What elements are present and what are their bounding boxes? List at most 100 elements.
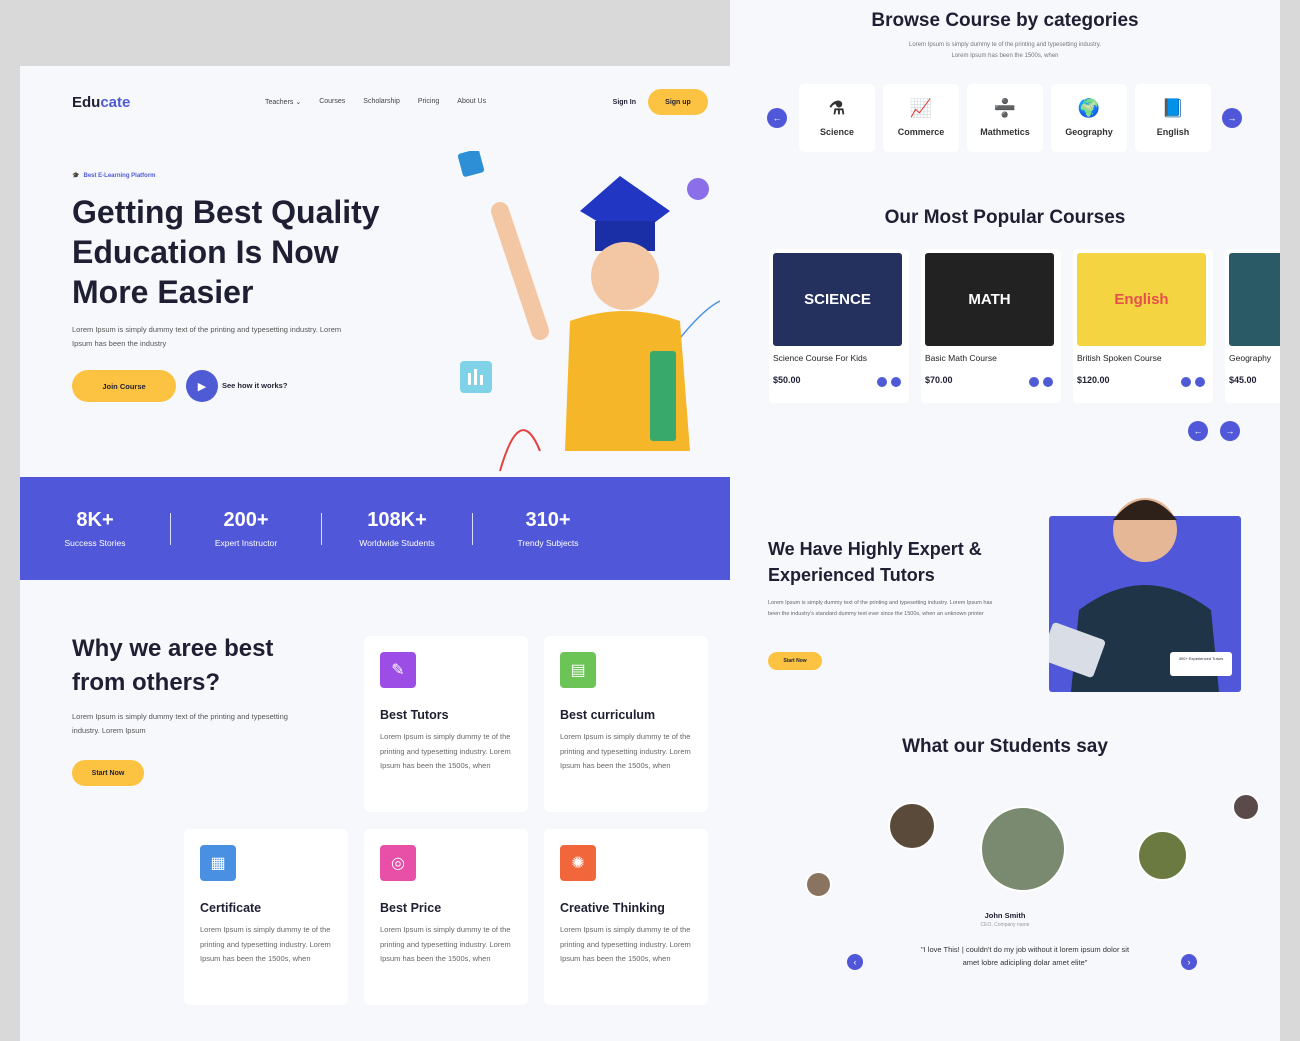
stat-subjects: 310+ Trendy Subjects xyxy=(473,509,623,548)
category-label: Geography xyxy=(1065,127,1113,137)
student-avatar[interactable] xyxy=(1137,830,1188,881)
course-title: British Spoken Course xyxy=(1077,353,1162,363)
course-card-science[interactable]: SCIENCE Science Course For Kids $50.00 xyxy=(769,249,909,403)
feature-title: Best curriculum xyxy=(560,708,656,722)
nav-about[interactable]: About Us xyxy=(457,98,486,106)
student-icon xyxy=(1195,377,1205,387)
courses-prev-arrow-icon[interactable]: ← xyxy=(1188,421,1208,441)
category-commerce[interactable]: 📈 Commerce xyxy=(883,84,959,152)
category-science[interactable]: ⚗ Science xyxy=(799,84,875,152)
course-thumbnail: SCIENCE xyxy=(773,253,902,346)
nav-pricing[interactable]: Pricing xyxy=(418,98,439,106)
courses-next-arrow-icon[interactable]: → xyxy=(1220,421,1240,441)
course-card-geography[interactable]: Geography $45.00 xyxy=(1225,249,1280,403)
course-card-english[interactable]: English British Spoken Course $120.00 xyxy=(1073,249,1213,403)
featured-student-avatar[interactable] xyxy=(980,806,1066,892)
feature-title: Best Tutors xyxy=(380,708,449,722)
play-icon[interactable]: ▶ xyxy=(186,370,218,402)
student-avatar[interactable] xyxy=(805,871,832,898)
stat-number: 8K+ xyxy=(76,509,114,531)
nav-teachers[interactable]: Teachers ⌄ xyxy=(265,98,301,106)
lesson-icon xyxy=(877,377,887,387)
course-meta xyxy=(1029,377,1053,387)
feature-title: Best Price xyxy=(380,901,442,915)
category-label: Commerce xyxy=(897,127,945,137)
category-mathematics[interactable]: ➗ Mathmetics xyxy=(967,84,1043,152)
start-now-button[interactable]: Start Now xyxy=(72,760,144,786)
category-geography[interactable]: 🌍 Geography xyxy=(1051,84,1127,152)
feature-card-creative-thinking[interactable]: ✺ Creative Thinking Lorem Ipsum is simpl… xyxy=(544,829,708,1005)
signin-link[interactable]: Sign In xyxy=(613,99,636,106)
stat-success: 8K+ Success Stories xyxy=(20,509,170,548)
hero-tag-label: Best E-Learning Platform xyxy=(83,172,156,179)
see-how-link[interactable]: See how it works? xyxy=(222,381,287,390)
course-price: $45.00 xyxy=(1229,375,1257,385)
student-icon xyxy=(891,377,901,387)
stat-number: 200+ xyxy=(223,509,269,531)
tutors-start-button[interactable]: Start Now xyxy=(768,652,822,670)
course-card-math[interactable]: MATH Basic Math Course $70.00 xyxy=(921,249,1061,403)
join-course-button[interactable]: Join Course xyxy=(72,370,176,402)
tutor-badge-label: 300+ Experienced Tutors xyxy=(1178,656,1224,661)
hero-title: Getting Best Quality Education Is Now Mo… xyxy=(72,194,380,310)
feature-card-best-price[interactable]: ◎ Best Price Lorem Ipsum is simply dummy… xyxy=(364,829,528,1005)
categories-prev-arrow-icon[interactable]: ← xyxy=(767,108,787,128)
tutor-badge: 300+ Experienced Tutors xyxy=(1170,652,1232,676)
feature-description: Lorem Ipsum is simply dummy te of the pr… xyxy=(560,925,691,963)
signup-button[interactable]: Sign up xyxy=(648,89,708,115)
categories-next-arrow-icon[interactable]: → xyxy=(1222,108,1242,128)
tutor-board-icon: ✎ xyxy=(380,652,416,688)
stat-instructors: 200+ Expert Instructor xyxy=(171,509,321,548)
chart-icon: 📈 xyxy=(909,98,933,118)
course-title: Basic Math Course xyxy=(925,353,997,363)
feature-description: Lorem Ipsum is simply dummy te of the pr… xyxy=(560,732,691,770)
nav-links: Teachers ⌄ Courses Scholarship Pricing A… xyxy=(265,98,486,106)
feature-card-certificate[interactable]: ▦ Certificate Lorem Ipsum is simply dumm… xyxy=(184,829,348,1005)
landing-page-right: Browse Course by categories Lorem Ipsum … xyxy=(730,0,1280,1041)
stat-label: Worldwide Students xyxy=(359,538,435,548)
student-icon xyxy=(1043,377,1053,387)
testimonial-role: CEO, Company name xyxy=(980,922,1030,928)
feature-title: Creative Thinking xyxy=(560,901,665,915)
category-label: English xyxy=(1156,127,1190,137)
stat-label: Trendy Subjects xyxy=(517,538,579,548)
testimonials-title: What our Students say xyxy=(902,736,1108,757)
course-title: Science Course For Kids xyxy=(773,353,868,363)
logo[interactable]: Educate xyxy=(72,94,130,111)
why-title: Why we aree best from others? xyxy=(72,635,274,696)
feature-card-best-tutors[interactable]: ✎ Best Tutors Lorem Ipsum is simply dumm… xyxy=(364,636,528,812)
testimonial-name: John Smith xyxy=(984,911,1026,920)
category-english[interactable]: 📘 English xyxy=(1135,84,1211,152)
flask-icon: ⚗ xyxy=(828,98,846,118)
course-thumbnail xyxy=(1229,253,1280,346)
book-icon: ▤ xyxy=(560,652,596,688)
stat-number: 310+ xyxy=(525,509,571,531)
nav-courses[interactable]: Courses xyxy=(319,98,345,106)
feature-card-curriculum[interactable]: ▤ Best curriculum Lorem Ipsum is simply … xyxy=(544,636,708,812)
categories-subtitle-2: Lorem Ipsum has been the 1500s, when xyxy=(951,53,1059,59)
stat-label: Expert Instructor xyxy=(214,538,278,548)
course-meta xyxy=(877,377,901,387)
course-title: Geography xyxy=(1229,353,1272,363)
hero-tag: 🎓 Best E-Learning Platform xyxy=(72,172,156,180)
feature-description: Lorem Ipsum is simply dummy te of the pr… xyxy=(200,925,331,963)
student-avatar[interactable] xyxy=(1232,793,1260,821)
nav-scholarship[interactable]: Scholarship xyxy=(363,98,400,106)
lesson-icon xyxy=(1029,377,1039,387)
feature-description: Lorem Ipsum is simply dummy te of the pr… xyxy=(380,925,511,963)
math-icon: ➗ xyxy=(993,98,1017,118)
globe-icon: 🌍 xyxy=(1077,98,1101,118)
price-icon: ◎ xyxy=(380,845,416,881)
stat-label: Success Stories xyxy=(64,538,126,548)
hero-description: Lorem Ipsum is simply dummy text of the … xyxy=(72,325,342,348)
category-label: Science xyxy=(819,127,855,137)
student-avatar[interactable] xyxy=(888,802,936,850)
navbar: Educate Teachers ⌄ Courses Scholarship P… xyxy=(72,88,708,116)
stat-number: 108K+ xyxy=(367,509,427,531)
graduate-icon: 🎓 xyxy=(72,173,80,179)
testimonial-next-arrow-icon[interactable]: › xyxy=(1181,954,1197,970)
stat-students: 108K+ Worldwide Students xyxy=(322,509,472,548)
course-meta xyxy=(1181,377,1205,387)
logo-main: Edu xyxy=(72,93,101,111)
testimonial-prev-arrow-icon[interactable]: ‹ xyxy=(847,954,863,970)
